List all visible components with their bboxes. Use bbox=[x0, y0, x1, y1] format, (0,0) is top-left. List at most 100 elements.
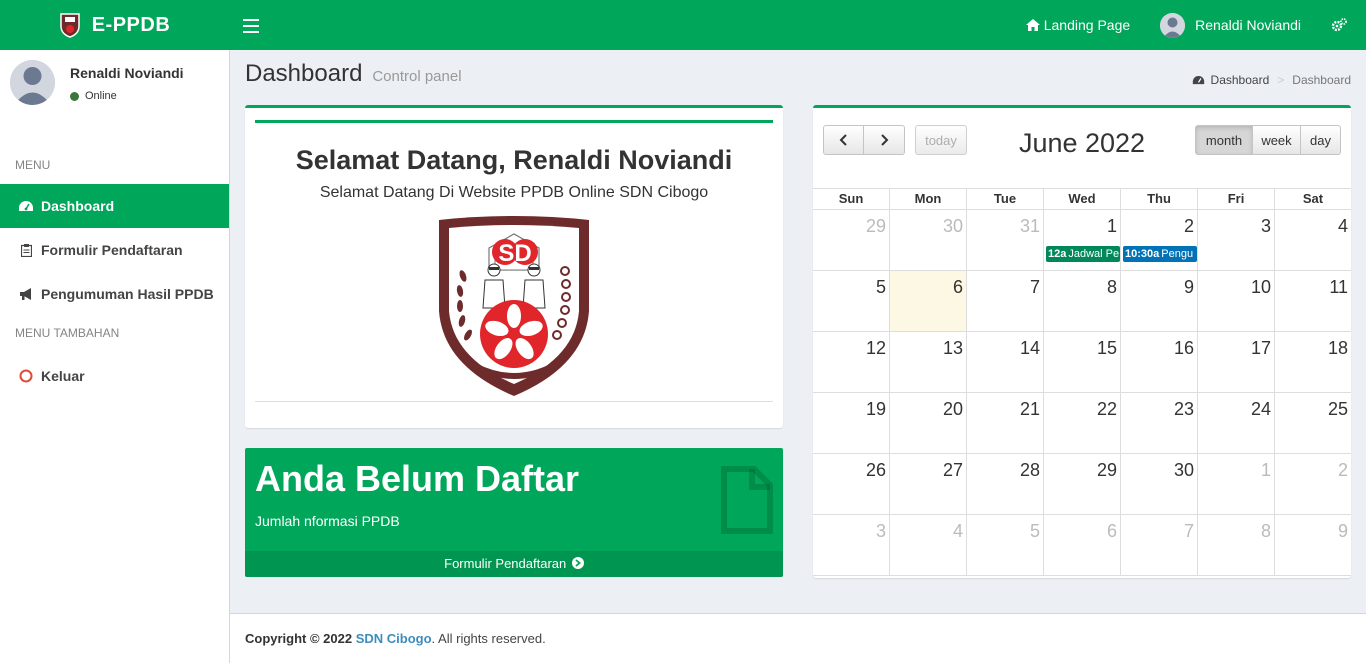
bullhorn-icon bbox=[18, 286, 34, 302]
calendar-day-cell[interactable]: 5 bbox=[813, 271, 889, 331]
calendar-day-cell[interactable]: 17 bbox=[1197, 332, 1274, 392]
calendar-day-number: 20 bbox=[942, 399, 963, 419]
weekday-label: Wed bbox=[1043, 189, 1120, 209]
calendar-day-number: 6 bbox=[952, 277, 963, 297]
calendar-day-cell[interactable]: 24 bbox=[1197, 393, 1274, 453]
calendar-day-number: 24 bbox=[1250, 399, 1271, 419]
calendar-day-number: 17 bbox=[1250, 338, 1271, 358]
calendar-day-number: 26 bbox=[865, 460, 886, 480]
calendar-day-cell[interactable]: 12 bbox=[813, 332, 889, 392]
landing-page-link[interactable]: Landing Page bbox=[1011, 0, 1145, 50]
sidebar-item-keluar[interactable]: Keluar bbox=[0, 354, 229, 398]
brand-logo[interactable]: E-PPDB bbox=[0, 0, 230, 50]
sidebar-item-label: Formulir Pendaftaran bbox=[41, 242, 183, 258]
calendar-day-cell[interactable]: 7 bbox=[1120, 515, 1197, 575]
calendar-day-cell[interactable]: 19 bbox=[813, 393, 889, 453]
calendar-day-cell[interactable]: 23 bbox=[1120, 393, 1197, 453]
calendar-day-number: 29 bbox=[1096, 460, 1117, 480]
user-menu[interactable]: Renaldi Noviandi bbox=[1145, 0, 1316, 50]
calendar-day-cell[interactable]: 30 bbox=[1120, 454, 1197, 514]
calendar-box: today June 2022 month week day Sun Mon T… bbox=[813, 105, 1351, 578]
calendar-day-cell[interactable]: 7 bbox=[966, 271, 1043, 331]
calendar-day-cell[interactable]: 3 bbox=[1197, 210, 1274, 270]
calendar-day-cell[interactable]: 13 bbox=[889, 332, 966, 392]
user-avatar-icon bbox=[1160, 12, 1186, 38]
calendar-day-number: 8 bbox=[1106, 277, 1117, 297]
calendar-day-cell[interactable]: 3 bbox=[813, 515, 889, 575]
calendar-day-cell[interactable]: 27 bbox=[889, 454, 966, 514]
school-logo-text: SD bbox=[498, 240, 531, 267]
calendar-day-number: 30 bbox=[1173, 460, 1194, 480]
calendar-week-row: 19 20 21 22 23 24 25 bbox=[813, 393, 1351, 454]
calendar-day-cell[interactable]: 2 10:30a Pengu bbox=[1120, 210, 1197, 270]
calendar-day-number: 8 bbox=[1260, 521, 1271, 541]
arrow-circle-right-icon bbox=[571, 557, 584, 569]
calendar-day-cell[interactable]: 11 bbox=[1274, 271, 1351, 331]
calendar-day-cell[interactable]: 9 bbox=[1274, 515, 1351, 575]
school-emblem-icon bbox=[59, 13, 80, 38]
calendar-day-cell[interactable]: 2 bbox=[1274, 454, 1351, 514]
calendar-day-cell[interactable]: 29 bbox=[1043, 454, 1120, 514]
calendar-day-cell[interactable]: 10 bbox=[1197, 271, 1274, 331]
weekday-label: Tue bbox=[966, 189, 1043, 209]
weekday-label: Mon bbox=[889, 189, 966, 209]
calendar-day-cell[interactable]: 9 bbox=[1120, 271, 1197, 331]
calendar-day-cell[interactable]: 20 bbox=[889, 393, 966, 453]
menu-extra-header: MENU TAMBAHAN bbox=[15, 326, 120, 340]
sidebar-item-dashboard[interactable]: Dashboard bbox=[0, 184, 229, 228]
calendar-day-cell[interactable]: 30 bbox=[889, 210, 966, 270]
calendar-day-cell[interactable]: 22 bbox=[1043, 393, 1120, 453]
calendar-day-cell[interactable]: 1 12a Jadwal Pe bbox=[1043, 210, 1120, 270]
view-month-button[interactable]: month bbox=[1195, 125, 1253, 155]
view-day-button[interactable]: day bbox=[1301, 125, 1341, 155]
calendar-day-cell[interactable]: 25 bbox=[1274, 393, 1351, 453]
gears-icon bbox=[1331, 18, 1347, 32]
calendar-day-cell[interactable]: 5 bbox=[966, 515, 1043, 575]
calendar-day-cell[interactable]: 26 bbox=[813, 454, 889, 514]
calendar-event[interactable]: 12a Jadwal Pe bbox=[1046, 246, 1120, 262]
calendar-day-number: 2 bbox=[1183, 216, 1194, 236]
calendar-day-number: 12 bbox=[865, 338, 886, 358]
dashboard-icon bbox=[18, 198, 34, 214]
calendar-day-number: 1 bbox=[1260, 460, 1271, 480]
weekday-label: Sun bbox=[838, 191, 864, 206]
calendar-day-cell[interactable]: 4 bbox=[1274, 210, 1351, 270]
view-week-button[interactable]: week bbox=[1253, 125, 1301, 155]
view-week-label: week bbox=[1261, 132, 1292, 148]
calendar-day-cell-today[interactable]: 6 bbox=[889, 271, 966, 331]
calendar-day-number: 28 bbox=[1019, 460, 1040, 480]
calendar-day-cell[interactable]: 18 bbox=[1274, 332, 1351, 392]
calendar-day-number: 11 bbox=[1329, 277, 1348, 297]
settings-button[interactable] bbox=[1316, 0, 1366, 50]
registration-form-link[interactable]: Formulir Pendaftaran bbox=[245, 551, 783, 577]
calendar-day-cell[interactable]: 15 bbox=[1043, 332, 1120, 392]
clipboard-icon bbox=[18, 242, 34, 258]
calendar-day-cell[interactable]: 31 bbox=[966, 210, 1043, 270]
calendar-day-cell[interactable]: 28 bbox=[966, 454, 1043, 514]
calendar-day-cell[interactable]: 8 bbox=[1043, 271, 1120, 331]
sidebar-toggle-button[interactable] bbox=[243, 15, 259, 35]
calendar-day-cell[interactable]: 1 bbox=[1197, 454, 1274, 514]
sidebar-user-name: Renaldi Noviandi bbox=[70, 65, 184, 81]
calendar-day-cell[interactable]: 14 bbox=[966, 332, 1043, 392]
calendar-day-cell[interactable]: 4 bbox=[889, 515, 966, 575]
breadcrumb: Dashboard > Dashboard bbox=[1192, 73, 1351, 87]
user-panel: Renaldi Noviandi Online bbox=[0, 50, 229, 112]
menu-header: MENU bbox=[15, 158, 51, 172]
calendar-day-cell[interactable]: 29 bbox=[813, 210, 889, 270]
calendar-day-number: 7 bbox=[1029, 277, 1040, 297]
page-title: Dashboard bbox=[245, 60, 363, 87]
calendar-event[interactable]: 10:30a Pengu bbox=[1123, 246, 1197, 262]
calendar-week-row: 26 27 28 29 30 1 2 bbox=[813, 454, 1351, 515]
registration-status-title: Anda Belum Daftar bbox=[255, 458, 580, 499]
calendar-day-cell[interactable]: 6 bbox=[1043, 515, 1120, 575]
sidebar-item-pengumuman[interactable]: Pengumuman Hasil PPDB bbox=[0, 272, 229, 316]
calendar-day-cell[interactable]: 8 bbox=[1197, 515, 1274, 575]
sidebar-item-formulir[interactable]: Formulir Pendaftaran bbox=[0, 228, 229, 272]
footer-org-link[interactable]: SDN Cibogo bbox=[356, 631, 432, 646]
breadcrumb-home-link[interactable]: Dashboard bbox=[1211, 73, 1270, 87]
calendar-day-cell[interactable]: 21 bbox=[966, 393, 1043, 453]
calendar-day-number: 22 bbox=[1096, 399, 1117, 419]
calendar-week-row: 3 4 5 6 7 8 9 bbox=[813, 515, 1351, 576]
calendar-day-cell[interactable]: 16 bbox=[1120, 332, 1197, 392]
